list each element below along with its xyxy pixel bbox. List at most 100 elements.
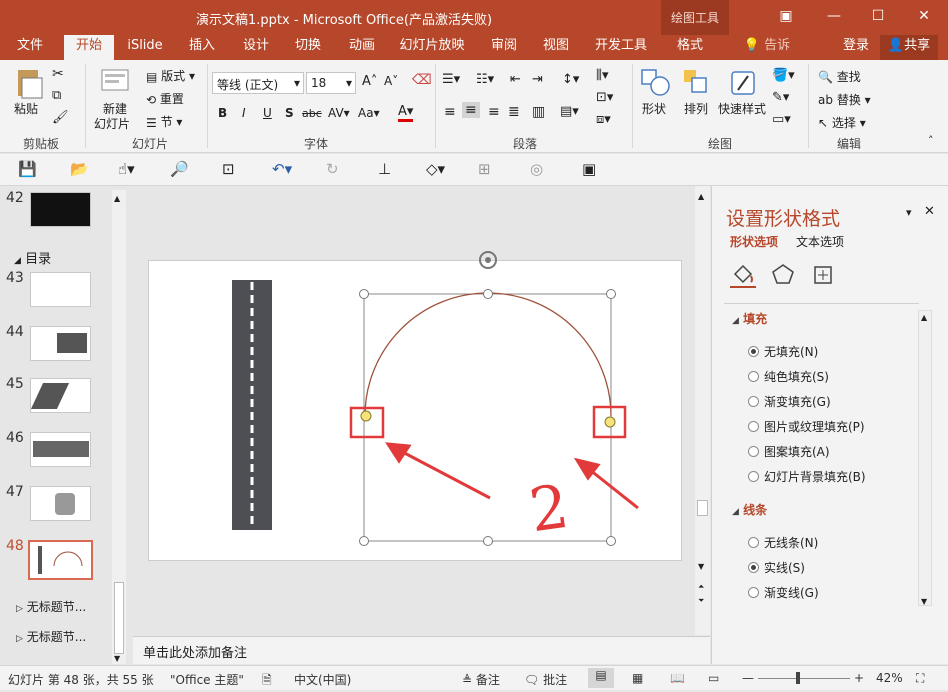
section-untitled-2[interactable]: ▷ 无标题节... bbox=[16, 628, 86, 645]
fill-option-gradient[interactable]: 渐变填充(G) bbox=[748, 393, 831, 410]
shape-fill-icon[interactable]: 🪣▾ bbox=[772, 68, 795, 83]
shape-outline-icon[interactable]: ✎▾ bbox=[772, 90, 789, 105]
slide-thumbnail-42[interactable] bbox=[30, 192, 91, 227]
layout-button[interactable]: ▤ 版式 ▾ bbox=[146, 67, 195, 84]
fill-option-background[interactable]: 幻灯片背景填充(B) bbox=[748, 468, 866, 485]
columns-icon[interactable]: ▤▾ bbox=[560, 104, 579, 119]
signin-link[interactable]: 登录 bbox=[838, 35, 874, 60]
radio[interactable] bbox=[748, 446, 759, 457]
scroll-thumb[interactable] bbox=[697, 500, 708, 516]
scroll-thumb[interactable] bbox=[114, 582, 124, 654]
clear-format-icon[interactable]: ⌫ bbox=[412, 72, 432, 88]
shapes-icon[interactable] bbox=[638, 66, 672, 103]
fill-section-header[interactable]: ◢ 填充 bbox=[732, 310, 767, 327]
tab-format[interactable]: 格式 bbox=[664, 35, 716, 60]
line-option-gradient[interactable]: 渐变线(G) bbox=[748, 584, 819, 601]
quick-styles-icon[interactable] bbox=[726, 66, 760, 103]
tab-review[interactable]: 审阅 bbox=[480, 35, 528, 60]
slide-thumbnail-44[interactable] bbox=[30, 326, 91, 361]
save-icon[interactable]: 💾 bbox=[18, 160, 38, 180]
maximize-button[interactable]: ☐ bbox=[868, 6, 888, 26]
text-direction-icon[interactable]: ⫼▾ bbox=[596, 68, 609, 83]
tab-islide[interactable]: iSlide bbox=[120, 35, 170, 60]
fill-option-none[interactable]: 无填充(N) bbox=[748, 343, 818, 360]
canvas-scrollbar[interactable]: ▲ ▼ ⏶ ⏷ bbox=[695, 186, 710, 635]
align-text-icon[interactable]: ⊡▾ bbox=[596, 90, 613, 105]
select-button[interactable]: ↖ 选择 ▾ bbox=[818, 114, 866, 131]
shape-outline-qat-icon[interactable]: ◇▾ bbox=[426, 160, 446, 180]
selection-handles[interactable] bbox=[359, 289, 616, 546]
arc-shape[interactable] bbox=[363, 292, 612, 542]
tab-insert[interactable]: 插入 bbox=[178, 35, 226, 60]
slide-thumbnail-46[interactable] bbox=[30, 432, 91, 467]
tab-developer[interactable]: 开发工具 bbox=[590, 35, 652, 60]
shape-effects-icon[interactable]: ▭▾ bbox=[772, 112, 791, 127]
radio[interactable] bbox=[748, 396, 759, 407]
pane-close-icon[interactable]: ✕ bbox=[924, 204, 935, 219]
arrange-icon[interactable] bbox=[680, 66, 714, 103]
justify-icon[interactable]: ≣ bbox=[508, 104, 520, 120]
effects-tab[interactable] bbox=[770, 262, 796, 289]
present-icon[interactable]: ⊡ bbox=[222, 160, 242, 180]
change-case-button[interactable]: Aa▾ bbox=[358, 106, 380, 120]
slide-thumbnail-45[interactable] bbox=[30, 378, 91, 413]
scroll-down-icon[interactable]: ▼ bbox=[921, 597, 927, 606]
italic-button[interactable]: I bbox=[242, 106, 246, 120]
pane-options-icon[interactable]: ▾ bbox=[906, 206, 912, 219]
road-shape[interactable] bbox=[232, 280, 272, 530]
tab-file[interactable]: 文件 bbox=[6, 35, 54, 60]
find-button[interactable]: 🔍 查找 bbox=[818, 68, 861, 85]
align-right-icon[interactable]: ≡ bbox=[488, 104, 500, 120]
line-section-header[interactable]: ◢ 线条 bbox=[732, 501, 767, 518]
radio[interactable] bbox=[748, 587, 759, 598]
open-folder-icon[interactable]: 📂 bbox=[70, 160, 90, 180]
slide-sorter-icon[interactable]: ▦ bbox=[632, 671, 643, 685]
fill-option-solid[interactable]: 纯色填充(S) bbox=[748, 368, 829, 385]
adjustment-handles[interactable] bbox=[360, 410, 616, 428]
slide-thumbnail-43[interactable] bbox=[30, 272, 91, 307]
fill-line-tab[interactable] bbox=[730, 262, 756, 288]
arrange-label[interactable]: 排列 bbox=[684, 100, 708, 117]
shapes-label[interactable]: 形状 bbox=[642, 100, 666, 117]
reading-view-icon[interactable]: 📖 bbox=[670, 671, 685, 685]
numbering-icon[interactable]: ☷▾ bbox=[476, 72, 494, 87]
zoom-slider[interactable] bbox=[758, 678, 850, 679]
language-indicator[interactable]: 中文(中国) bbox=[294, 671, 351, 688]
radio-selected[interactable] bbox=[748, 562, 759, 573]
shadow-button[interactable]: S bbox=[285, 106, 294, 120]
restore-ribbon-icon[interactable]: ▣ bbox=[776, 6, 796, 26]
copy-icon[interactable]: ⧉ bbox=[52, 88, 61, 103]
tab-view[interactable]: 视图 bbox=[532, 35, 580, 60]
fill-option-pattern[interactable]: 图案填充(A) bbox=[748, 443, 830, 460]
zoom-slider-thumb[interactable] bbox=[796, 672, 800, 684]
fill-option-picture[interactable]: 图片或纹理填充(P) bbox=[748, 418, 865, 435]
new-slide-label-2[interactable]: 幻灯片 bbox=[94, 115, 130, 132]
font-size-select[interactable]: 18 ▾ bbox=[306, 72, 356, 94]
notes-toggle[interactable]: ≜ 备注 bbox=[462, 671, 500, 688]
font-color-button[interactable]: A▾ bbox=[398, 104, 414, 122]
tab-shape-options[interactable]: 形状选项 bbox=[730, 233, 778, 250]
rotate-handle-icon[interactable] bbox=[479, 251, 497, 269]
scroll-up-icon[interactable]: ▲ bbox=[921, 313, 927, 322]
section-header[interactable]: ◢ 目录 bbox=[14, 248, 51, 267]
touch-mode-icon[interactable]: ☝▾ bbox=[118, 160, 138, 180]
bold-button[interactable]: B bbox=[218, 106, 227, 120]
cut-icon[interactable]: ✂ bbox=[52, 66, 64, 82]
tab-home[interactable]: 开始 bbox=[64, 35, 114, 60]
paste-label[interactable]: 粘贴 bbox=[14, 100, 38, 117]
strikethrough-button[interactable]: abc bbox=[302, 107, 322, 120]
collapse-ribbon-icon[interactable]: ˄ bbox=[928, 134, 934, 147]
tell-me-box[interactable]: 💡 告诉我... bbox=[732, 35, 802, 75]
redo-icon[interactable]: ↻ bbox=[326, 160, 346, 180]
notes-pane[interactable]: 单击此处添加备注 bbox=[133, 636, 710, 664]
shrink-font-icon[interactable]: A˅ bbox=[384, 74, 398, 88]
radio[interactable] bbox=[748, 371, 759, 382]
scroll-down-icon[interactable]: ▼ bbox=[698, 562, 704, 571]
new-slide-icon[interactable] bbox=[100, 66, 130, 99]
tab-animations[interactable]: 动画 bbox=[338, 35, 386, 60]
decrease-indent-icon[interactable]: ⇤ bbox=[510, 72, 521, 87]
align-left-icon[interactable]: ≡ bbox=[444, 104, 456, 120]
scroll-down-icon[interactable]: ▼ bbox=[114, 654, 120, 663]
align-objects-icon[interactable]: ⊥ bbox=[378, 160, 398, 180]
thumbnails-scrollbar[interactable]: ▲ ▼ bbox=[112, 190, 126, 664]
